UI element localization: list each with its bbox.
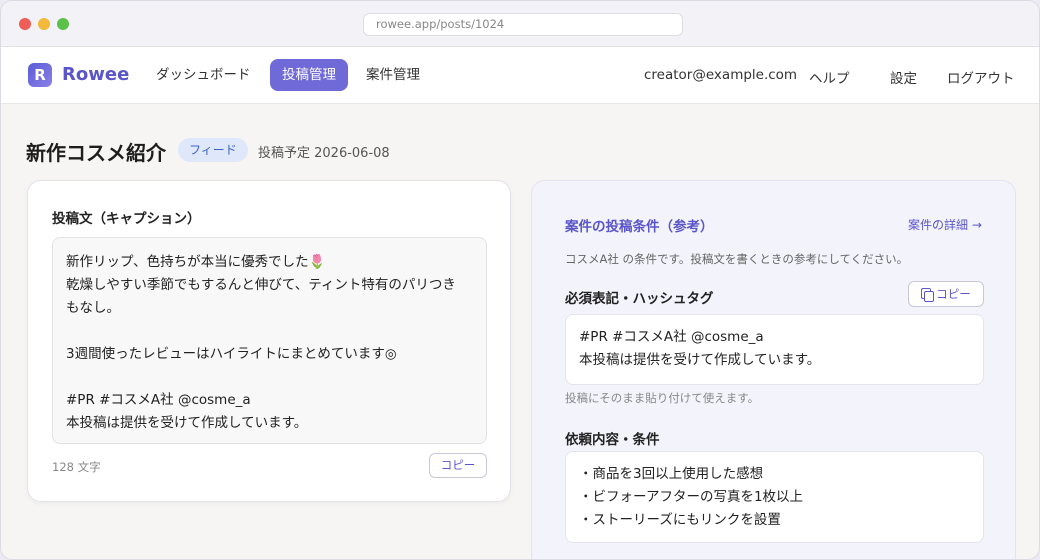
settings-link[interactable]: 設定 — [890, 67, 917, 87]
nav-item-dashboard[interactable]: ダッシュボード — [144, 59, 263, 91]
request-line: ・ストーリーズにもリンクを設置 — [579, 512, 781, 528]
required-line: 本投稿は提供を受けて作成しています。 — [579, 352, 821, 368]
user-email[interactable]: creator@example.com — [644, 67, 797, 83]
required-tags-box: #PR #コスメA社 @cosme_a 本投稿は提供を受けて作成しています。 — [565, 314, 984, 385]
request-line: ・ビフォーアフターの写真を1枚以上 — [579, 489, 804, 505]
logo-text[interactable]: Rowee — [62, 64, 129, 85]
nav-item-posts[interactable]: 投稿管理 — [270, 59, 348, 91]
character-count: 128 文字 — [52, 460, 101, 474]
required-label: 必須表記・ハッシュタグ — [565, 291, 714, 307]
address-bar[interactable]: rowee.app/posts/1024 — [363, 13, 683, 36]
page-title: 新作コスメ紹介 — [26, 141, 166, 165]
browser-window: rowee.app/posts/1024 R Rowee ダッシュボード 投稿管… — [0, 0, 1040, 560]
caption-line: もなし。 — [66, 300, 120, 316]
caption-line — [66, 320, 473, 343]
caption-line — [66, 366, 473, 389]
browser-chrome: rowee.app/posts/1024 — [1, 1, 1039, 47]
required-copy-button[interactable]: コピー — [908, 281, 984, 307]
request-box: ・商品を3回以上使用した感想 ・ビフォーアフターの写真を1枚以上 ・ストーリーズ… — [565, 451, 984, 543]
project-detail-link[interactable]: 案件の詳細 → — [908, 216, 982, 233]
conditions-description: コスメA社 の条件です。投稿文を書くときの参考にしてください。 — [565, 252, 909, 266]
caption-line: #PR #コスメA社 @cosme_a — [66, 392, 251, 408]
caption-label: 投稿文（キャプション） — [52, 211, 201, 227]
caption-copy-button[interactable]: コピー — [429, 453, 487, 478]
request-line: ・商品を3回以上使用した感想 — [579, 466, 764, 482]
caption-line: 新作リップ、色持ちが本当に優秀でした🌷 — [66, 254, 326, 270]
conditions-title: 案件の投稿条件（参考） — [565, 219, 714, 235]
required-line: #PR #コスメA社 @cosme_a — [579, 329, 764, 345]
close-window-icon[interactable] — [19, 18, 31, 30]
nav-item-projects[interactable]: 案件管理 — [354, 59, 432, 91]
logo-icon[interactable]: R — [28, 63, 52, 87]
caption-textarea[interactable]: 新作リップ、色持ちが本当に優秀でした🌷 乾燥しやすい季節でもするんと伸びて、ティ… — [52, 237, 487, 444]
help-link[interactable]: ヘルプ — [809, 67, 850, 87]
request-label: 依頼内容・条件 — [565, 432, 660, 448]
caption-line: 3週間使ったレビューはハイライトにまとめています◎ — [66, 346, 397, 362]
copy-icon — [921, 288, 935, 302]
minimize-window-icon[interactable] — [38, 18, 50, 30]
top-navbar: R Rowee ダッシュボード 投稿管理 案件管理 creator@exampl… — [1, 47, 1039, 104]
caption-line: 乾燥しやすい季節でもするんと伸びて、ティント特有のパリつき — [66, 277, 456, 293]
conditions-card: 案件の投稿条件（参考） 案件の詳細 → コスメA社 の条件です。投稿文を書くとき… — [531, 180, 1016, 559]
required-note: 投稿にそのまま貼り付けて使えます。 — [565, 391, 760, 405]
post-type-badge: フィード — [178, 138, 248, 162]
caption-card: 投稿文（キャプション） 新作リップ、色持ちが本当に優秀でした🌷 乾燥しやすい季節… — [27, 180, 511, 502]
logout-link[interactable]: ログアウト — [947, 67, 1015, 87]
required-copy-label: コピー — [936, 287, 971, 301]
schedule-date: 投稿予定 2026-06-08 — [258, 146, 390, 161]
caption-line: 本投稿は提供を受けて作成しています。 — [66, 415, 308, 431]
maximize-window-icon[interactable] — [57, 18, 69, 30]
